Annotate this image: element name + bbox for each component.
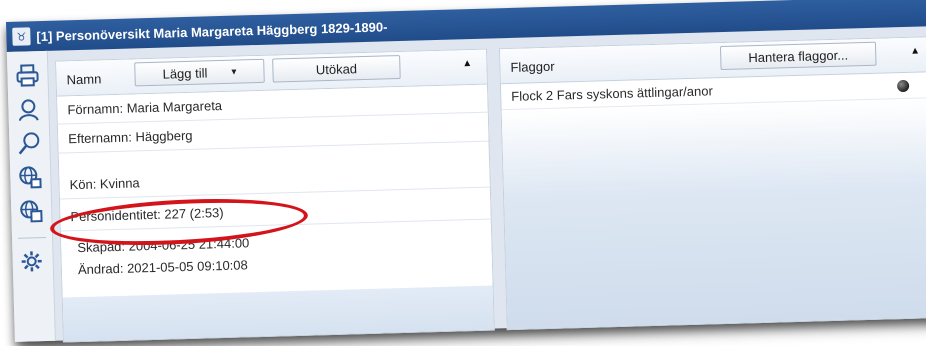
collapse-flags-icon[interactable]: ▲ (910, 45, 920, 56)
extended-button-label: Utökad (315, 60, 358, 77)
manage-flags-button-label: Hantera flaggor... (748, 47, 849, 65)
person-overview-window: ♉ [1] Personöversikt Maria Margareta Häg… (6, 0, 926, 343)
add-button-label: Lägg till (162, 64, 208, 82)
app-icon: ♉ (12, 27, 31, 46)
flags-header-label: Flaggor (510, 58, 555, 75)
names-panel: Namn Lägg till ▾ Utökad ▲ Förnamn: Maria… (55, 48, 495, 343)
toolbar-divider (18, 236, 47, 239)
flags-panel-empty-area (501, 99, 926, 330)
search-icon (18, 132, 40, 155)
globe-edit-icon (19, 166, 42, 189)
flag-color-dot-icon (896, 79, 910, 93)
globe-copy-button[interactable] (17, 197, 46, 226)
globe-copy-icon (20, 200, 43, 223)
screenshot-stage: ♉ [1] Personöversikt Maria Margareta Häg… (0, 0, 926, 346)
printer-icon (16, 64, 39, 87)
chevron-down-icon: ▾ (231, 66, 237, 78)
person-search-button[interactable] (14, 95, 43, 124)
settings-button[interactable] (18, 247, 47, 276)
flags-panel: Flaggor Hantera flaggor... ▲ Flock 2 Far… (498, 36, 926, 331)
settings-gear-icon (21, 251, 42, 272)
search-button[interactable] (15, 129, 44, 158)
flag-label: Flock 2 Fars syskons ättlingar/anor (511, 83, 713, 104)
person-search-icon (18, 99, 39, 122)
print-button[interactable] (13, 61, 42, 90)
globe-edit-button[interactable] (16, 163, 45, 192)
names-header-label: Namn (66, 71, 102, 88)
manage-flags-button[interactable]: Hantera flaggor... (719, 41, 877, 71)
collapse-names-icon[interactable]: ▲ (462, 58, 472, 69)
window-title: [1] Personöversikt Maria Margareta Häggb… (36, 18, 388, 44)
vertical-toolbar (6, 50, 56, 342)
add-button[interactable]: Lägg till ▾ (134, 58, 265, 87)
extended-button[interactable]: Utökad (272, 55, 401, 83)
